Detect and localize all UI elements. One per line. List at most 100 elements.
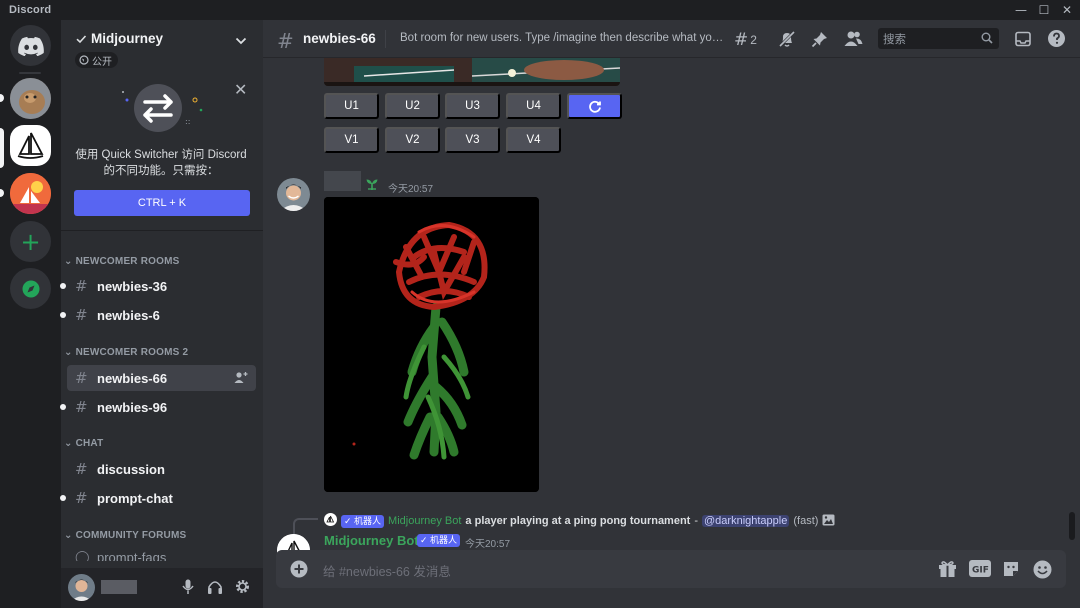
quick-switcher-shortcut-button[interactable]: CTRL + K (74, 190, 250, 216)
variation-2-button[interactable]: V2 (385, 127, 440, 153)
image-attachment-icon (822, 514, 835, 529)
sunset-sail-icon (10, 173, 51, 214)
flower-image-attachment[interactable] (324, 197, 539, 492)
sticker-icon[interactable] (1002, 560, 1020, 583)
verified-check-icon (75, 32, 87, 50)
chevron-down-icon[interactable] (235, 33, 247, 51)
chevron-icon: ⌄ (64, 347, 73, 358)
minimize-button[interactable]: — (1010, 2, 1032, 18)
server-icon-animal[interactable] (10, 78, 51, 119)
reply-preview[interactable]: ✓ 机器人 Midjourney Bot a player playing at… (324, 513, 835, 529)
help-icon[interactable] (1047, 29, 1066, 53)
pin-icon[interactable] (811, 30, 829, 53)
server-unread-pill-2 (0, 189, 4, 197)
user-avatar[interactable] (68, 574, 95, 601)
sidebar-item-newbies-6[interactable]: # newbies-6 (60, 302, 256, 328)
public-label: 公开 (92, 56, 112, 68)
discord-logo-icon (17, 36, 44, 56)
gift-icon[interactable] (938, 560, 957, 583)
server-unread-pill (0, 94, 4, 102)
explore-servers-button[interactable] (10, 268, 51, 309)
mute-bell-icon[interactable] (778, 30, 796, 53)
server-selected-pill (0, 128, 4, 168)
window-title-bar: Discord — ☐ ✕ (0, 0, 1080, 20)
category-community-forums[interactable]: ⌄ COMMUNITY FORUMS (64, 530, 186, 541)
bot-tag: ✓ 机器人 (341, 514, 385, 528)
close-icon[interactable]: ✕ (234, 80, 247, 100)
add-server-button[interactable]: + (10, 221, 51, 262)
bot-author-name[interactable]: Midjourney Bot (324, 533, 419, 548)
text-channel-icon: # (75, 369, 88, 387)
speed-label: (fast) (793, 515, 819, 527)
channel-hash-icon: # (277, 29, 294, 53)
sailboat-icon (17, 132, 44, 159)
category-newcomer-rooms-2[interactable]: ⌄ NEWCOMER ROOMS 2 (64, 347, 188, 358)
sidebar-divider (61, 230, 263, 231)
reply-separator: - (694, 515, 699, 527)
settings-gear-icon[interactable] (234, 578, 251, 600)
message-author-avatar[interactable] (277, 178, 310, 211)
category-chat[interactable]: ⌄ CHAT (64, 438, 103, 449)
plus-icon: + (20, 227, 41, 256)
unread-dot (60, 404, 66, 410)
channel-title: newbies-66 (303, 31, 376, 46)
animal-avatar-icon (10, 78, 51, 119)
reply-prompt: a player playing at a ping pong tourname… (465, 515, 691, 527)
threads-icon: # (734, 30, 749, 50)
server-icon-sunset[interactable] (10, 173, 51, 214)
flower-sketch-image (324, 197, 539, 492)
bot-message-timestamp: 今天20:57 (465, 539, 511, 550)
text-channel-icon: # (75, 489, 88, 507)
variation-3-button[interactable]: V3 (445, 127, 500, 153)
variation-4-button[interactable]: V4 (506, 127, 561, 153)
compass-icon (22, 280, 39, 297)
channel-header: # newbies-66 Bot room for new users. Typ… (263, 20, 1080, 58)
bot-tag: ✓ 机器人 (417, 534, 461, 547)
reroll-button[interactable] (567, 93, 622, 119)
close-window-button[interactable]: ✕ (1056, 2, 1078, 18)
sidebar-item-newbies-96[interactable]: # newbies-96 (60, 394, 256, 420)
user-mention[interactable]: @darknightapple (702, 515, 790, 527)
category-newcomer-rooms[interactable]: ⌄ NEWCOMER ROOMS (64, 256, 180, 267)
reply-author[interactable]: Midjourney Bot (388, 515, 461, 527)
maximize-button[interactable]: ☐ (1033, 2, 1055, 18)
forum-icon: ◯ (75, 549, 90, 561)
upscale-4-button[interactable]: U4 (506, 93, 561, 119)
search-icon (981, 32, 993, 47)
search-input[interactable]: 搜索 (878, 28, 999, 49)
upscale-2-button[interactable]: U2 (385, 93, 440, 119)
sprout-badge-icon (365, 177, 379, 196)
invite-user-icon[interactable] (234, 371, 248, 387)
message-composer[interactable]: 给 #newbies-66 发消息 GIF (276, 550, 1066, 588)
gif-icon[interactable]: GIF (969, 560, 991, 582)
chat-scrollbar[interactable] (1069, 512, 1075, 540)
home-button[interactable] (10, 25, 51, 66)
text-channel-icon: # (75, 398, 88, 416)
text-channel-icon: # (75, 277, 88, 295)
threads-count: 2 (750, 33, 757, 47)
sidebar-item-newbies-36[interactable]: # newbies-36 (60, 273, 256, 299)
upscale-3-button[interactable]: U3 (445, 93, 500, 119)
member-list-icon[interactable] (844, 30, 863, 52)
headphones-icon[interactable] (207, 579, 223, 600)
add-attachment-icon[interactable] (290, 560, 308, 583)
upscale-1-button[interactable]: U1 (324, 93, 379, 119)
sidebar-item-discussion[interactable]: # discussion (67, 456, 256, 482)
chat-area: # newbies-66 Bot room for new users. Typ… (263, 20, 1080, 608)
inbox-icon[interactable] (1014, 30, 1032, 53)
emoji-icon[interactable] (1033, 560, 1052, 584)
sidebar-item-prompt-faqs[interactable]: ◯ prompt-faqs (67, 549, 256, 561)
unread-dot (60, 312, 66, 318)
guild-name: Midjourney (91, 31, 164, 46)
variation-1-button[interactable]: V1 (324, 127, 379, 153)
channel-topic[interactable]: Bot room for new users. Type /imagine th… (400, 32, 725, 44)
switch-arrows-icon: :: (122, 84, 203, 132)
threads-button[interactable]: # 2 (734, 30, 757, 50)
server-icon-midjourney[interactable] (10, 125, 51, 166)
microphone-icon[interactable] (182, 579, 194, 600)
message-input[interactable]: 给 #newbies-66 发消息 (323, 561, 451, 580)
sidebar-item-newbies-66[interactable]: # newbies-66 (67, 365, 256, 391)
header-divider (385, 30, 386, 48)
sidebar-item-prompt-chat[interactable]: # prompt-chat (60, 485, 256, 511)
previous-image-attachment[interactable] (324, 58, 620, 86)
